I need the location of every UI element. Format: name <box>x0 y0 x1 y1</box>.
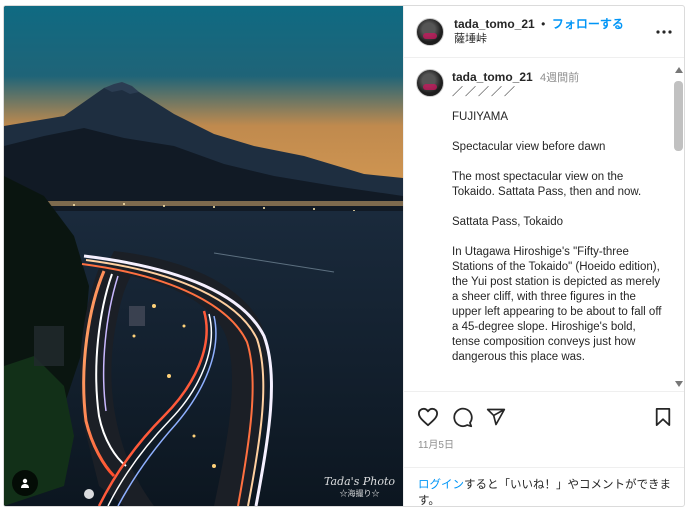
share-icon[interactable] <box>484 405 508 429</box>
action-icons <box>404 392 684 432</box>
scroll-down-arrow-icon[interactable] <box>675 381 683 387</box>
watermark-text: Tada's Photo <box>324 475 395 488</box>
caption-slashes: ／／／／／ <box>452 86 517 98</box>
follow-button[interactable]: フォローする <box>552 17 624 31</box>
caption-body: tada_tomo_21 4週間前 ／／／／／ FUJIYAMA Spectac… <box>452 69 675 365</box>
ellipsis-icon <box>656 29 672 34</box>
fuji-night-highway-image <box>4 6 403 506</box>
post-header: tada_tomo_21 • フォローする 薩埵峠 <box>404 6 684 58</box>
photo-watermark: Tada's Photo ☆海撮り☆ <box>324 476 395 500</box>
separator-dot: • <box>541 17 546 31</box>
avatar[interactable] <box>416 17 444 46</box>
caption: tada_tomo_21 4週間前 ／／／／／ FUJIYAMA Spectac… <box>404 59 684 365</box>
scroll-up-arrow-icon[interactable] <box>675 67 683 73</box>
header-text: tada_tomo_21 • フォローする 薩埵峠 <box>454 16 654 47</box>
caption-time[interactable]: 4週間前 <box>540 72 579 84</box>
comment-icon[interactable] <box>450 405 474 429</box>
login-link[interactable]: ログイン <box>418 479 464 491</box>
user-tag-button[interactable] <box>12 470 38 496</box>
username-link[interactable]: tada_tomo_21 <box>454 17 535 31</box>
comments-scrollbar[interactable] <box>673 59 684 391</box>
caption-text: FUJIYAMA Spectacular view before dawn Th… <box>452 111 662 363</box>
bookmark-icon[interactable] <box>651 405 675 429</box>
more-options-icon[interactable] <box>654 22 674 42</box>
post-sidebar: tada_tomo_21 • フォローする 薩埵峠 tada_tomo_21 4… <box>403 6 684 506</box>
caption-header: tada_tomo_21 4週間前 <box>452 69 665 86</box>
action-bar: 11月5日 ログインすると「いいね！」やコメントができます。 <box>404 391 684 506</box>
post-embed: Tada's Photo ☆海撮り☆ tada_tomo_21 • フォローする… <box>3 5 685 507</box>
login-prompt: ログインすると「いいね！」やコメントができます。 <box>404 467 684 506</box>
comments-panel[interactable]: tada_tomo_21 4週間前 ／／／／／ FUJIYAMA Spectac… <box>404 59 684 391</box>
watermark-subtext: ☆海撮り☆ <box>339 489 380 498</box>
caption-avatar[interactable] <box>416 69 444 97</box>
heart-icon[interactable] <box>416 405 440 429</box>
location-link[interactable]: 薩埵峠 <box>454 32 654 47</box>
post-date[interactable]: 11月5日 <box>404 436 684 451</box>
caption-username[interactable]: tada_tomo_21 <box>452 70 533 84</box>
post-photo[interactable]: Tada's Photo ☆海撮り☆ <box>4 6 403 506</box>
user-icon <box>21 478 29 488</box>
scroll-thumb[interactable] <box>674 81 683 151</box>
